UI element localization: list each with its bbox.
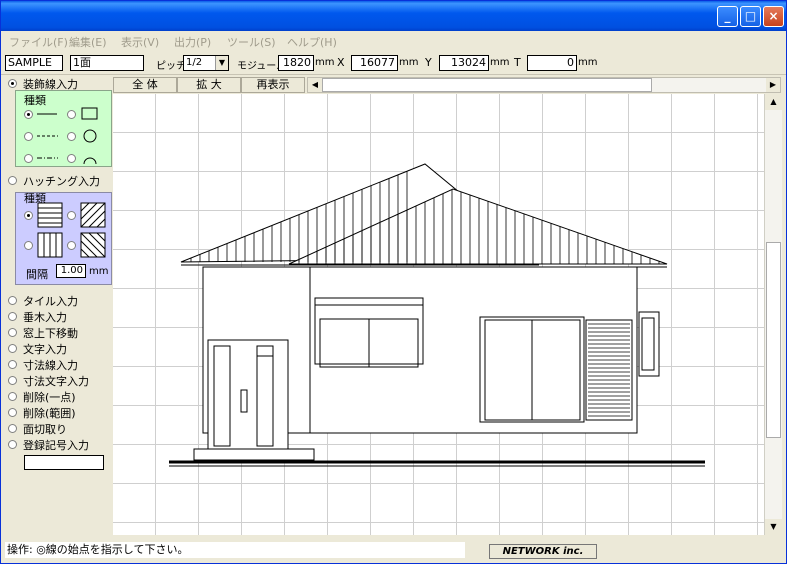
- text-radio[interactable]: [8, 344, 17, 353]
- decor-line-radio[interactable]: [8, 79, 17, 88]
- delete-range-label: 削除(範囲): [23, 407, 76, 420]
- hatch-diagonal-radio[interactable]: [67, 211, 76, 220]
- circle-icon: [83, 129, 97, 143]
- hatch-vertical-radio[interactable]: [24, 241, 33, 250]
- x-label: X: [337, 56, 345, 69]
- drawing-canvas[interactable]: [113, 94, 764, 535]
- module-unit: mm: [315, 57, 335, 68]
- minimize-button[interactable]: _: [717, 6, 738, 27]
- y-field[interactable]: 13024: [439, 55, 489, 71]
- tab-overall[interactable]: 全 体: [113, 77, 177, 93]
- spacing-field[interactable]: 1.00: [56, 264, 86, 278]
- house-elevation-drawing: [169, 163, 705, 467]
- title-bar: _ □ ×: [1, 1, 786, 31]
- tile-label: タイル入力: [23, 295, 78, 308]
- toolbar: SAMPLE 1面 ピッチ 1/2 ▼ モジュール 1820 mm X 1607…: [1, 51, 786, 75]
- rafter-radio[interactable]: [8, 312, 17, 321]
- t-unit: mm: [578, 57, 598, 68]
- window-move-label: 窓上下移動: [23, 327, 78, 340]
- dashdot-line-radio[interactable]: [24, 154, 33, 163]
- menu-file[interactable]: ファイル(F): [9, 34, 68, 50]
- delete-range-radio[interactable]: [8, 408, 17, 417]
- menu-help[interactable]: ヘルプ(H): [287, 34, 337, 50]
- circle-radio[interactable]: [67, 132, 76, 141]
- module-field[interactable]: 1820: [278, 55, 314, 71]
- backdiagonal-hatch-icon: [80, 232, 106, 258]
- tool-sidebar: 装飾線入力 種類 ハッチング入力 種類 間隔 1.00 mm タイル入力 垂木入…: [3, 75, 113, 537]
- menu-output[interactable]: 出力(P): [174, 34, 211, 50]
- symbol-radio[interactable]: [8, 440, 17, 449]
- x-unit: mm: [399, 57, 419, 68]
- spacing-unit: mm: [89, 266, 109, 277]
- scroll-down-icon[interactable]: ▼: [765, 519, 782, 535]
- horizontal-scroll-thumb[interactable]: [322, 78, 652, 92]
- status-bar: 操作: ◎線の始点を指示して下さい。 NETWORK inc.: [1, 538, 786, 563]
- dimension-line-radio[interactable]: [8, 360, 17, 369]
- rafter-label: 垂木入力: [23, 311, 67, 324]
- symbol-field[interactable]: [24, 455, 104, 470]
- project-name-field[interactable]: SAMPLE: [5, 55, 63, 71]
- menu-edit[interactable]: 編集(E): [69, 34, 107, 50]
- hatching-label: ハッチング入力: [23, 175, 100, 188]
- t-label: T: [514, 56, 521, 69]
- pitch-label: ピッチ: [156, 61, 186, 72]
- text-label: 文字入力: [23, 343, 67, 356]
- tab-redraw[interactable]: 再表示: [241, 77, 305, 93]
- chevron-down-icon[interactable]: ▼: [215, 56, 228, 70]
- house-elevation: [169, 163, 705, 467]
- horizontal-hatch-icon: [37, 202, 63, 228]
- decor-kind-panel: 種類: [15, 90, 112, 167]
- scroll-left-icon[interactable]: ◀: [308, 78, 322, 92]
- x-field[interactable]: 16077: [351, 55, 398, 71]
- solid-line-icon: [37, 113, 57, 115]
- dashed-line-radio[interactable]: [24, 132, 33, 141]
- diagonal-hatch-icon: [80, 202, 106, 228]
- tab-zoom[interactable]: 拡 大: [177, 77, 241, 93]
- dashdot-line-icon: [37, 157, 58, 159]
- hatching-radio[interactable]: [8, 176, 17, 185]
- horizontal-scrollbar[interactable]: ◀ ▶: [307, 77, 781, 93]
- menu-bar: ファイル(F) 編集(E) 表示(V) 出力(P) ツール(S) ヘルプ(H): [1, 31, 786, 51]
- decor-kind-label: 種類: [24, 94, 46, 107]
- delete-point-radio[interactable]: [8, 392, 17, 401]
- pitch-select[interactable]: 1/2 ▼: [183, 55, 229, 71]
- face-cut-radio[interactable]: [8, 424, 17, 433]
- vertical-scroll-thumb[interactable]: [766, 242, 781, 438]
- solid-line-radio[interactable]: [24, 110, 33, 119]
- y-unit: mm: [490, 57, 510, 68]
- dimension-line-label: 寸法線入力: [23, 359, 78, 372]
- delete-point-label: 削除(一点): [23, 391, 76, 404]
- hatch-horizontal-radio[interactable]: [24, 211, 33, 220]
- hatch-kind-panel: 種類 間隔 1.00 mm: [15, 192, 112, 285]
- close-button[interactable]: ×: [763, 6, 784, 27]
- symbol-label: 登録記号入力: [23, 439, 89, 452]
- brand-label: NETWORK inc.: [489, 544, 597, 559]
- tile-radio[interactable]: [8, 296, 17, 305]
- menu-view[interactable]: 表示(V): [121, 34, 159, 50]
- arc-radio[interactable]: [67, 154, 76, 163]
- scroll-right-icon[interactable]: ▶: [766, 78, 780, 92]
- rectangle-icon: [81, 107, 98, 120]
- app-window: _ □ × ファイル(F) 編集(E) 表示(V) 出力(P) ツール(S) ヘ…: [0, 0, 787, 564]
- y-label: Y: [425, 56, 432, 69]
- t-field[interactable]: 0: [527, 55, 577, 71]
- vertical-scrollbar[interactable]: ▲ ▼: [764, 94, 782, 535]
- pitch-value: 1/2: [186, 57, 203, 68]
- dimension-text-radio[interactable]: [8, 376, 17, 385]
- vertical-hatch-icon: [37, 232, 63, 258]
- hatch-backdiagonal-radio[interactable]: [67, 241, 76, 250]
- face-cut-label: 面切取り: [23, 423, 67, 436]
- window-move-radio[interactable]: [8, 328, 17, 337]
- dashed-line-icon: [37, 135, 58, 137]
- dimension-text-label: 寸法文字入力: [23, 375, 89, 388]
- operation-status: 操作: ◎線の始点を指示して下さい。: [5, 542, 465, 558]
- menu-tools[interactable]: ツール(S): [227, 34, 276, 50]
- spacing-label: 間隔: [26, 268, 48, 281]
- arc-icon: [83, 157, 97, 165]
- scroll-up-icon[interactable]: ▲: [765, 94, 782, 110]
- face-field[interactable]: 1面: [70, 55, 144, 71]
- maximize-button[interactable]: □: [740, 6, 761, 27]
- rectangle-radio[interactable]: [67, 110, 76, 119]
